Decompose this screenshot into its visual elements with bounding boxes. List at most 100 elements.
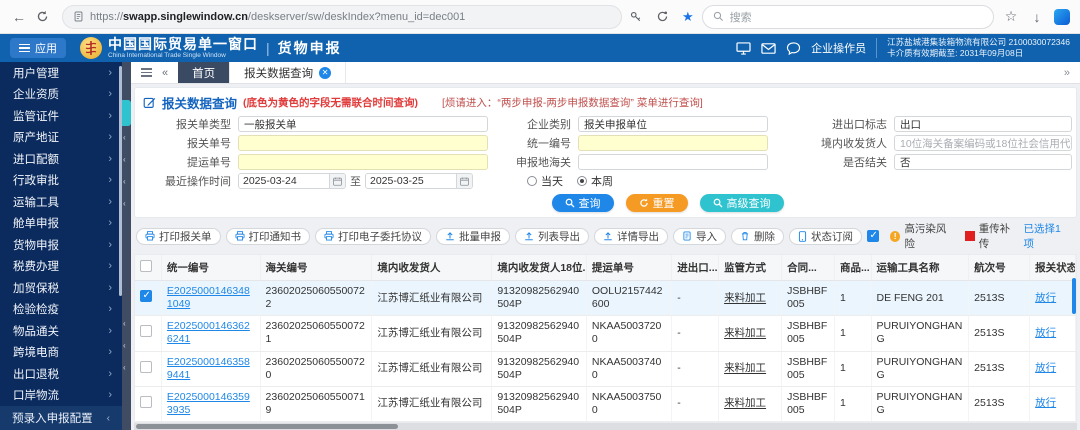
sidebar-item[interactable]: 口岸物流 › [0, 385, 122, 407]
sidebar-item[interactable]: 行政审批 › [0, 170, 122, 192]
status-link[interactable]: 放行 [1035, 292, 1056, 304]
unified-no-link[interactable]: E20250001463589441 [167, 356, 250, 381]
service-chat-icon[interactable] [786, 41, 801, 55]
sidebar-item[interactable]: 进口配额 › [0, 148, 122, 170]
column-header[interactable]: 境内收发货人 [371, 255, 493, 281]
column-header[interactable]: 监管方式 [718, 255, 783, 281]
table-horizontal-scrollbar[interactable] [134, 423, 1077, 430]
sidebar-item[interactable]: 企业资质 › [0, 84, 122, 106]
table-row[interactable]: E20250001463593935 236020250605500719 江苏… [135, 386, 1076, 422]
bookmark-star-icon[interactable]: ★ [682, 9, 694, 25]
detail-export-button[interactable]: 详情导出 [594, 227, 668, 245]
tab-close-icon[interactable]: ✕ [319, 66, 332, 79]
mail-icon[interactable] [761, 42, 776, 55]
date-to-input[interactable]: 2025-03-25 [365, 173, 473, 189]
sidebar-item[interactable]: 舱单申报 › [0, 213, 122, 235]
ent-type-select[interactable]: 报关申报单位 [578, 116, 768, 132]
column-header[interactable]: 航次号 [968, 255, 1031, 281]
table-row[interactable]: E20250001463481049 236020250605500722 江苏… [135, 280, 1076, 317]
print-agreement-button[interactable]: 打印电子委托协议 [315, 227, 431, 245]
column-header[interactable]: 统一编号 [161, 255, 261, 281]
table-vertical-scrollbar[interactable] [1072, 278, 1076, 314]
delete-button[interactable]: 删除 [731, 227, 784, 245]
radio-week[interactable]: 本周 [577, 173, 613, 189]
calendar-icon[interactable] [329, 174, 345, 188]
collapse-handle[interactable] [122, 100, 131, 126]
tabs-scroll-left-icon[interactable]: « [162, 67, 168, 79]
select-all-checkbox[interactable] [140, 260, 152, 272]
batch-declare-button[interactable]: 批量申报 [436, 227, 510, 245]
sidebar-item[interactable]: 税费办理 › [0, 256, 122, 278]
print-notice-button[interactable]: 打印通知书 [225, 227, 310, 245]
status-link[interactable]: 放行 [1035, 397, 1056, 409]
table-row[interactable]: E20250001463626241 236020250605500721 江苏… [135, 315, 1076, 352]
column-header[interactable]: 报关状态 [1029, 255, 1076, 281]
status-link[interactable]: 放行 [1035, 362, 1056, 374]
decl-type-select[interactable]: 一般报关单 [238, 116, 488, 132]
sidebar-item[interactable]: 货物申报 › [0, 234, 122, 256]
print-declaration-button[interactable]: 打印报关单 [136, 227, 221, 245]
unified-no-link[interactable]: E20250001463481049 [167, 285, 250, 310]
closed-select[interactable]: 否 [894, 154, 1072, 170]
status-link[interactable]: 放行 [1035, 327, 1056, 339]
column-header[interactable]: 境内收发货人18位... [491, 255, 587, 281]
sidebar-item[interactable]: 用户管理 › [0, 62, 122, 84]
bl-no-input[interactable] [238, 154, 488, 170]
import-button[interactable]: 导入 [673, 227, 726, 245]
column-header[interactable]: 运输工具名称 [871, 255, 970, 281]
address-bar[interactable]: https://swapp.singlewindow.cn/deskserver… [62, 4, 622, 29]
column-header[interactable]: 进出口... [671, 255, 720, 281]
chevron-left-icon[interactable]: ‹ [123, 134, 126, 142]
row-checkbox[interactable] [140, 290, 152, 303]
sidebar-item[interactable]: 跨境电商 › [0, 342, 122, 364]
column-header[interactable]: 商品... [834, 255, 872, 281]
sidebar-item[interactable]: 加贸保税 › [0, 277, 122, 299]
tab-list-icon[interactable] [141, 66, 152, 79]
row-checkbox[interactable] [140, 360, 152, 373]
browser-search-box[interactable]: 搜索 [701, 4, 994, 29]
sidebar-item[interactable]: 物品通关 › [0, 320, 122, 342]
customs-input[interactable] [578, 154, 768, 170]
favorites-icon[interactable]: ☆ [1002, 8, 1020, 25]
chevron-left-icon[interactable]: ‹ [123, 178, 126, 186]
status-subscribe-checkbox[interactable] [867, 230, 879, 242]
sidebar-item[interactable]: 原产地证 › [0, 127, 122, 149]
table-row[interactable]: E20250001463589441 236020250605500720 江苏… [135, 351, 1076, 387]
reset-button[interactable]: 重置 [625, 194, 688, 212]
column-header[interactable]: 合同... [781, 255, 835, 281]
column-header[interactable]: 提运单号 [586, 255, 673, 281]
scrollbar-thumb[interactable] [136, 424, 398, 429]
tabs-scroll-right-icon[interactable]: » [1064, 67, 1070, 79]
sidebar-item[interactable]: 监管证件 › [0, 105, 122, 127]
chevron-left-icon[interactable]: ‹ [123, 156, 126, 164]
download-icon[interactable]: ↓ [1028, 9, 1046, 25]
unified-no-link[interactable]: E20250001463593935 [167, 391, 250, 416]
browser-profile-icon[interactable] [1054, 8, 1070, 25]
user-role[interactable]: 企业操作员 [811, 40, 866, 56]
sidebar-item[interactable]: 出口退税 › [0, 363, 122, 385]
refresh-icon[interactable] [36, 10, 54, 23]
consignee-input[interactable]: 10位海关备案编码或18位社会信用代码 [894, 135, 1072, 151]
search-button[interactable]: 查询 [551, 194, 614, 212]
sidebar-item-prerecord-config[interactable]: 预录入申报配置 ‹ [0, 406, 122, 430]
column-header[interactable]: 海关编号 [260, 255, 373, 281]
unified-no-input[interactable] [578, 135, 768, 151]
sidebar-item[interactable]: 检验检疫 › [0, 299, 122, 321]
date-from-input[interactable]: 2025-03-24 [238, 173, 346, 189]
chevron-left-icon[interactable]: ‹ [123, 320, 126, 328]
ie-flag-select[interactable]: 出口 [894, 116, 1072, 132]
app-menu-button[interactable]: 应用 [10, 38, 66, 58]
calendar-icon[interactable] [456, 174, 472, 188]
chevron-left-icon[interactable]: ‹ [123, 200, 126, 208]
sidebar-item[interactable]: 运输工具 › [0, 191, 122, 213]
radio-today[interactable]: 当天 [527, 173, 563, 189]
list-export-button[interactable]: 列表导出 [515, 227, 589, 245]
password-key-icon[interactable] [630, 11, 648, 23]
row-checkbox[interactable] [140, 325, 152, 338]
sync-icon[interactable] [656, 10, 674, 23]
row-checkbox[interactable] [140, 395, 152, 408]
tab-query[interactable]: 报关数据查询 ✕ [229, 62, 347, 83]
monitor-icon[interactable] [736, 41, 751, 55]
decl-no-input[interactable] [238, 135, 488, 151]
back-icon[interactable]: ← [10, 9, 28, 25]
